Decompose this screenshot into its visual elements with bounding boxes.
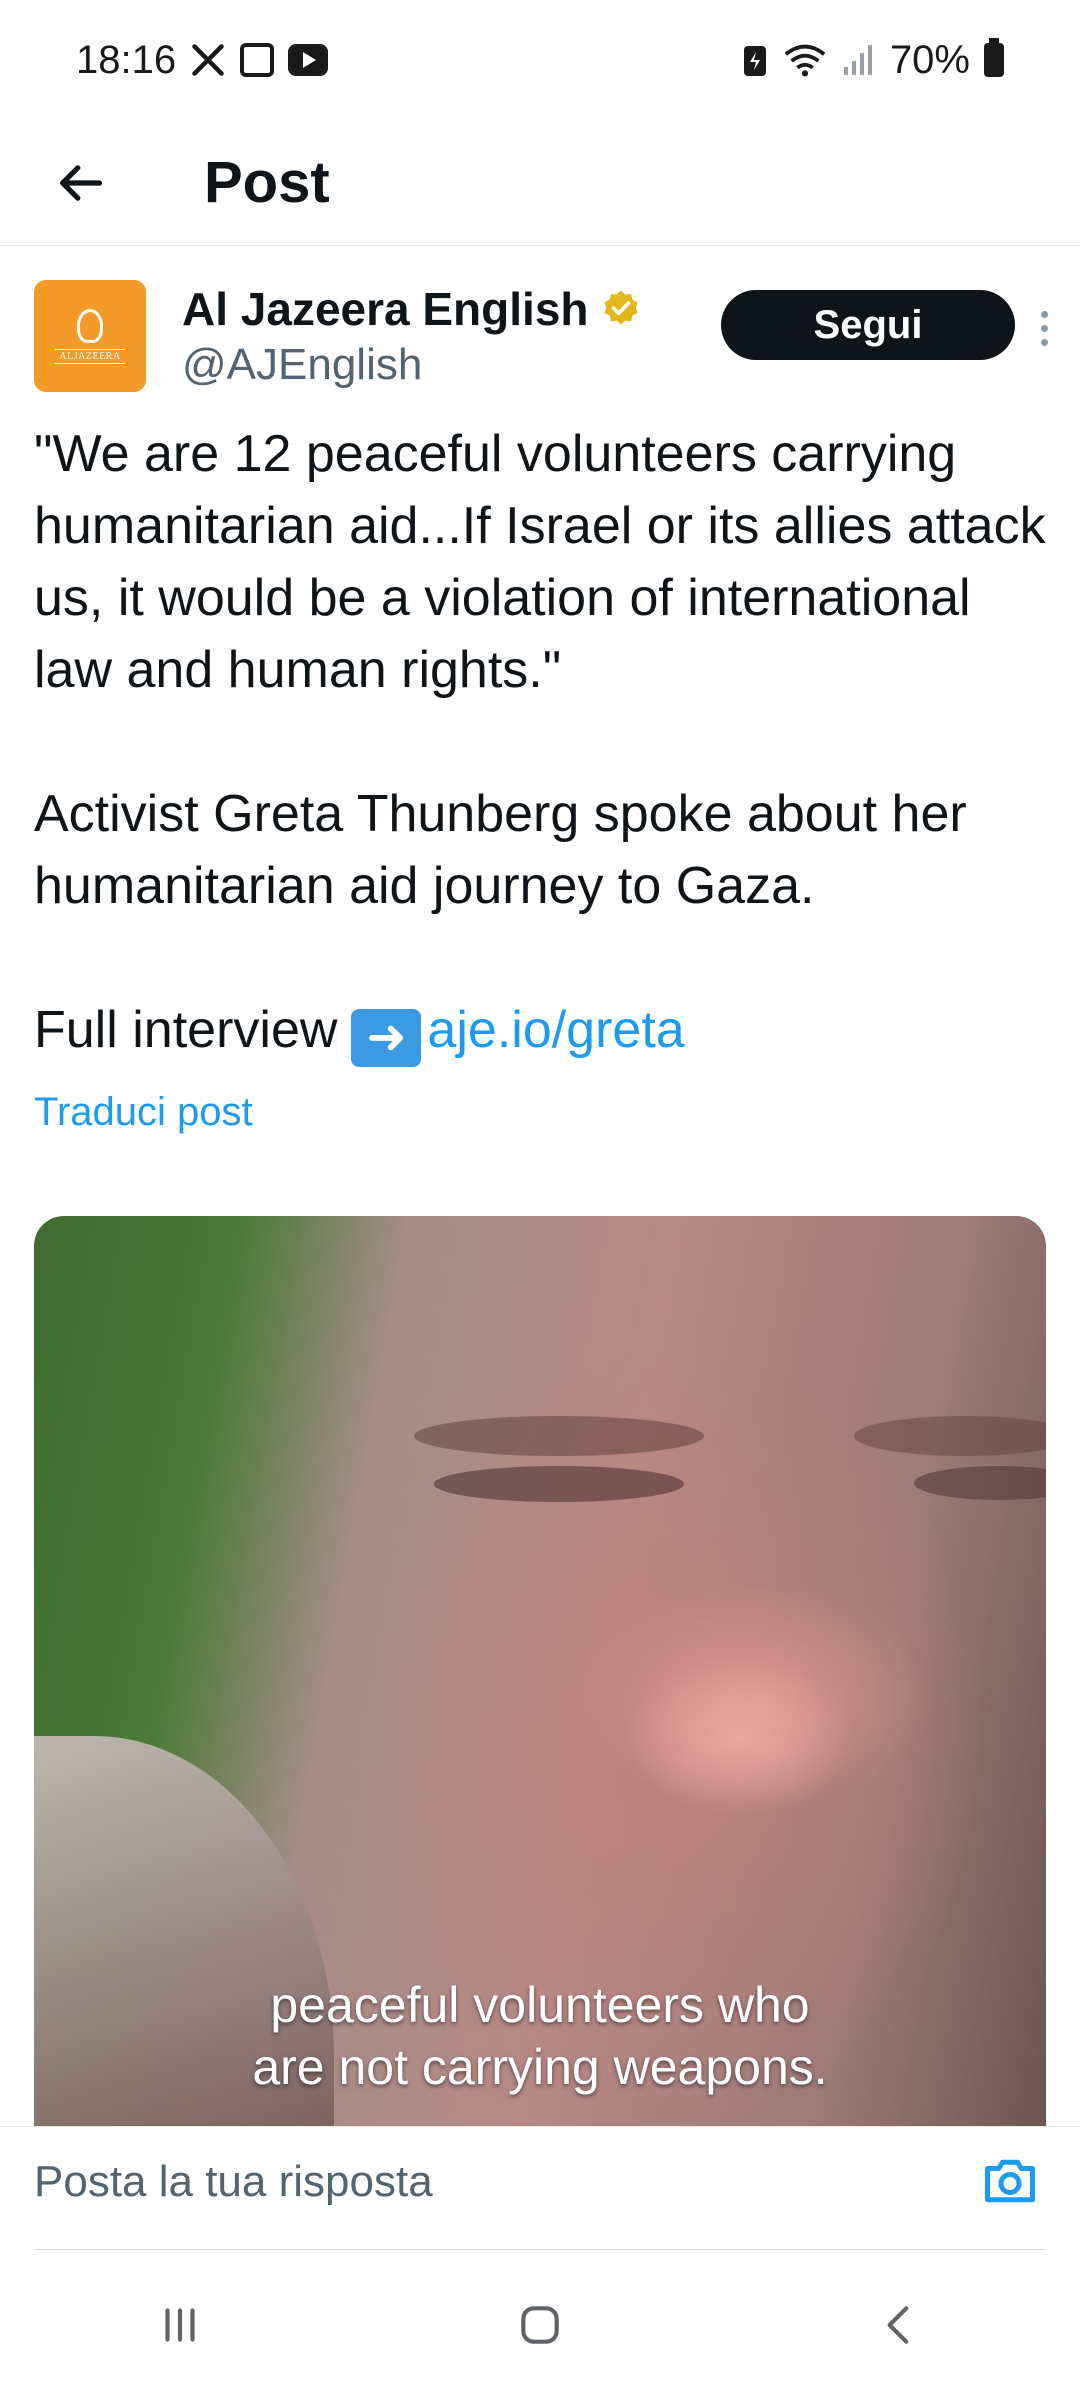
author-handle[interactable]: @AJEnglish: [182, 340, 641, 390]
gallery-icon: [240, 43, 275, 77]
full-interview-label: Full interview: [34, 1001, 338, 1059]
post-body: Activist Greta Thunberg spoke about her …: [34, 785, 967, 915]
avatar[interactable]: ALJAZEERA: [34, 280, 146, 392]
avatar-logo-text: ALJAZEERA: [55, 348, 125, 364]
battery-saver-icon: [742, 42, 768, 78]
status-left: 18:16: [76, 37, 329, 83]
post-text: "We are 12 peaceful volunteers carrying …: [34, 418, 1054, 1067]
home-icon: [521, 2306, 559, 2344]
post-author: ALJAZEERA Al Jazeera English @AJEnglish …: [34, 278, 1048, 394]
recent-apps-icon: [165, 2308, 195, 2342]
reply-bar: Posta la tua risposta: [0, 2126, 1080, 2252]
video-face-detail: [914, 1466, 1046, 1500]
recent-apps-button[interactable]: [120, 2275, 240, 2375]
battery-percent: 70%: [889, 37, 970, 82]
system-nav-bar: [0, 2250, 1080, 2400]
video-face-detail: [624, 1656, 854, 1816]
video-face-detail: [414, 1416, 704, 1456]
camera-icon[interactable]: [980, 2151, 1040, 2211]
author-names: Al Jazeera English @AJEnglish: [182, 282, 641, 390]
signal-icon: [842, 43, 876, 77]
verified-badge-icon: [603, 290, 638, 325]
follow-button[interactable]: Segui: [721, 290, 1015, 360]
post-video[interactable]: peaceful volunteers who are not carrying…: [34, 1216, 1046, 2126]
video-caption-line-2: are not carrying weapons.: [252, 2039, 828, 2095]
page-title: Post: [204, 150, 330, 215]
home-button[interactable]: [480, 2275, 600, 2375]
video-face-detail: [854, 1416, 1046, 1456]
reply-input[interactable]: Posta la tua risposta: [34, 2147, 974, 2217]
back-arrow-icon: [60, 164, 103, 201]
battery-icon: [984, 38, 1004, 77]
wifi-icon: [782, 42, 828, 78]
post-quote: "We are 12 peaceful volunteers carrying …: [34, 425, 1046, 699]
author-name-row: Al Jazeera English: [182, 282, 641, 336]
video-caption-line-1: peaceful volunteers who: [270, 1977, 810, 2033]
chevron-left-icon: [887, 2306, 909, 2344]
back-button[interactable]: [20, 133, 140, 233]
author-name[interactable]: Al Jazeera English: [182, 282, 589, 336]
x-icon: [190, 42, 226, 78]
aljazeera-logo-icon: [77, 308, 103, 343]
youtube-icon: [288, 44, 329, 76]
video-face-detail: [434, 1466, 684, 1502]
header: Post: [0, 120, 1080, 246]
status-time: 18:16: [76, 37, 177, 82]
arrow-right-icon: ➜: [351, 1009, 422, 1067]
post-link-line: Full interview ➜ aje.io/greta: [34, 994, 1054, 1067]
translate-post-link[interactable]: Traduci post: [34, 1090, 253, 1135]
system-back-button[interactable]: [840, 2275, 960, 2375]
interview-link[interactable]: aje.io/greta: [427, 1001, 684, 1059]
status-bar: 18:16 70%: [0, 0, 1080, 120]
more-options-icon[interactable]: [1024, 298, 1064, 358]
status-right: 70%: [742, 38, 1004, 83]
